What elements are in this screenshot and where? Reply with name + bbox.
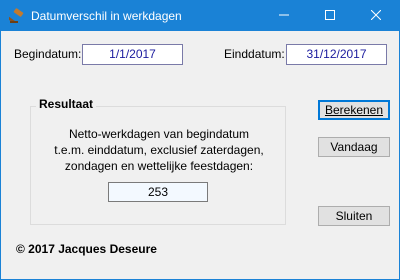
copyright-text: © 2017 Jacques Deseure — [16, 242, 157, 256]
close-window-button[interactable] — [353, 1, 399, 31]
app-window: Datumverschil in werkdagen Begindatum: 1… — [0, 0, 400, 280]
close-button[interactable]: Sluiten — [318, 206, 390, 226]
gavel-icon — [7, 8, 25, 24]
maximize-button[interactable] — [307, 1, 353, 31]
close-icon — [370, 9, 382, 23]
result-description: Netto-werkdagen van begindatum t.e.m. ei… — [41, 126, 277, 174]
minimize-icon — [279, 9, 289, 23]
today-button-label: Vandaag — [330, 140, 378, 154]
title-bar[interactable]: Datumverschil in werkdagen — [1, 1, 399, 31]
close-button-label: Sluiten — [335, 209, 373, 223]
calculate-button[interactable]: Berekenen — [318, 100, 390, 120]
result-description-line: zondagen en wettelijke feestdagen: — [64, 159, 254, 173]
result-group-title: Resultaat — [36, 97, 97, 111]
today-button[interactable]: Vandaag — [318, 137, 390, 157]
calculate-button-label: Berekenen — [324, 103, 384, 117]
begin-date-label: Begindatum: — [14, 47, 82, 61]
workdays-result-output: 253 — [108, 182, 208, 202]
begin-date-input[interactable]: 1/1/2017 — [82, 44, 183, 65]
result-description-line: t.e.m. einddatum, exclusief zaterdagen, — [54, 143, 264, 157]
result-description-line: Netto-werkdagen van begindatum — [68, 127, 250, 141]
window-title: Datumverschil in werkdagen — [31, 9, 182, 23]
minimize-button[interactable] — [261, 1, 307, 31]
end-date-input[interactable]: 31/12/2017 — [286, 44, 387, 65]
end-date-label: Einddatum: — [224, 47, 285, 61]
maximize-icon — [325, 9, 335, 23]
